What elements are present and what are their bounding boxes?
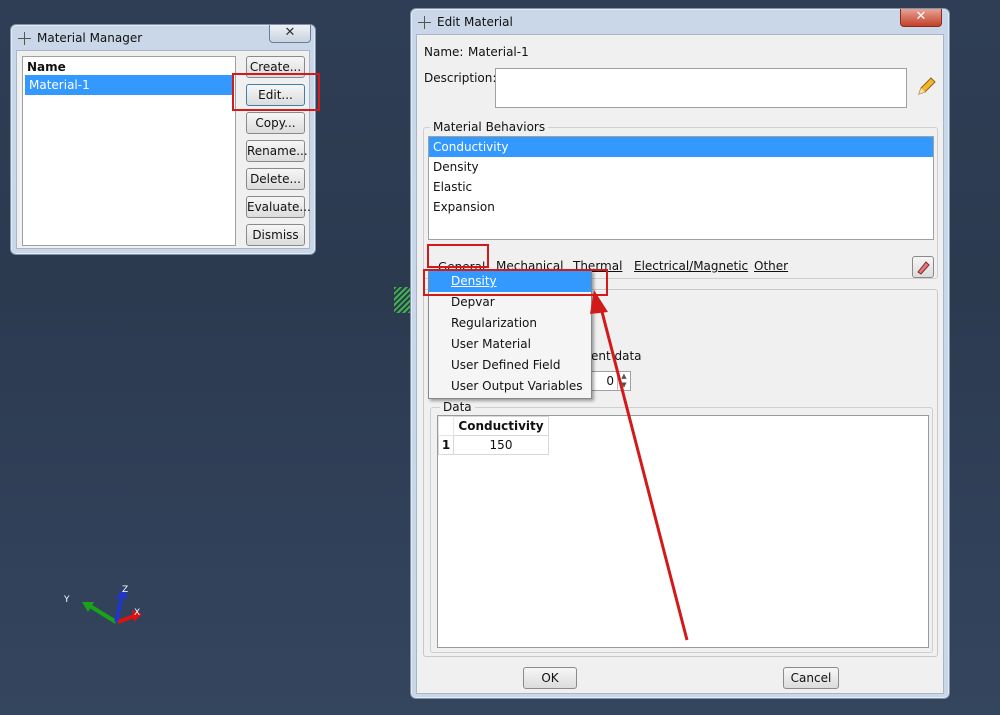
data-table: Conductivity 1 150 bbox=[438, 416, 549, 455]
behavior-item-conductivity[interactable]: Conductivity bbox=[429, 137, 933, 157]
behavior-item-density[interactable]: Density bbox=[429, 157, 933, 177]
app-icon bbox=[18, 32, 31, 45]
table-row: 1 150 bbox=[438, 435, 549, 455]
view-triad: Y Z X bbox=[63, 585, 142, 624]
material-manager-window: Material Manager ✕ Name Material-1 Creat… bbox=[10, 24, 316, 255]
material-list-item[interactable]: Material-1 bbox=[25, 75, 233, 95]
app-icon bbox=[418, 16, 431, 29]
cancel-button[interactable]: Cancel bbox=[783, 667, 839, 689]
menu-other[interactable]: Other bbox=[754, 259, 788, 273]
delete-button[interactable]: Delete... bbox=[246, 168, 305, 190]
data-group-label: Data bbox=[440, 400, 475, 414]
dropdown-item-user-output-variables[interactable]: User Output Variables bbox=[429, 376, 591, 397]
triad-z-axis bbox=[114, 595, 124, 623]
table-header-conductivity[interactable]: Conductivity bbox=[453, 416, 549, 436]
triad-x-label: X bbox=[134, 608, 140, 618]
material-list-header[interactable]: Name bbox=[23, 57, 235, 75]
triad-z-label: Z bbox=[122, 585, 128, 595]
rename-button[interactable]: Rename... bbox=[246, 140, 308, 162]
material-manager-title: Material Manager bbox=[37, 31, 143, 45]
behaviors-list[interactable]: Conductivity Density Elastic Expansion bbox=[428, 136, 934, 240]
ok-button[interactable]: OK bbox=[523, 667, 577, 689]
material-behaviors-label: Material Behaviors bbox=[430, 120, 549, 134]
general-menu-highlight bbox=[427, 244, 489, 268]
description-field[interactable] bbox=[495, 68, 907, 108]
dropdown-item-regularization[interactable]: Regularization bbox=[429, 313, 591, 334]
dropdown-item-user-defined-field[interactable]: User Defined Field bbox=[429, 355, 591, 376]
cell-conductivity[interactable]: 150 bbox=[453, 435, 549, 455]
table-corner bbox=[438, 416, 454, 436]
material-list[interactable]: Name Material-1 bbox=[22, 56, 236, 246]
annotation-arrow bbox=[590, 290, 689, 641]
menu-electrical-magnetic[interactable]: Electrical/Magnetic bbox=[634, 259, 748, 273]
editor-close-button[interactable]: ✕ bbox=[900, 9, 942, 27]
behavior-item-expansion[interactable]: Expansion bbox=[429, 197, 933, 217]
triad-x-axis bbox=[117, 614, 135, 624]
name-label: Name: bbox=[424, 45, 464, 59]
copy-button[interactable]: Copy... bbox=[246, 112, 305, 134]
description-label: Description: bbox=[424, 71, 497, 85]
edit-material-title: Edit Material bbox=[437, 15, 513, 29]
delete-behavior-button[interactable] bbox=[912, 256, 934, 278]
behavior-item-elastic[interactable]: Elastic bbox=[429, 177, 933, 197]
pencil-icon[interactable] bbox=[915, 76, 937, 98]
dismiss-button[interactable]: Dismiss bbox=[246, 224, 305, 246]
edit-button-highlight bbox=[232, 73, 320, 111]
model-mesh-fragment bbox=[394, 287, 410, 313]
name-value: Material-1 bbox=[468, 45, 529, 59]
evaluate-button[interactable]: Evaluate... bbox=[246, 196, 311, 218]
triad-y-label: Y bbox=[63, 595, 70, 605]
dropdown-item-user-material[interactable]: User Material bbox=[429, 334, 591, 355]
eraser-icon bbox=[917, 261, 930, 275]
manager-close-button[interactable]: ✕ bbox=[269, 25, 311, 43]
triad-y-axis bbox=[88, 604, 118, 624]
row-index[interactable]: 1 bbox=[438, 435, 454, 455]
